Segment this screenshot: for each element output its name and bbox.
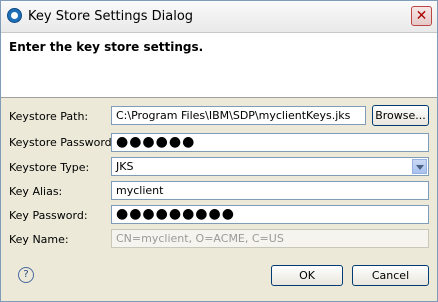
key-password-label: Key Password: (9, 209, 88, 222)
browse-button[interactable]: Browse... (372, 105, 429, 126)
keystore-type-label: Keystore Type: (9, 161, 90, 174)
key-name-label: Key Name: (9, 233, 69, 246)
header-message: Enter the key store settings. (9, 40, 204, 54)
key-password-input[interactable]: ●●●●●●●●● (111, 205, 429, 224)
keystore-path-input[interactable]: C:\Program Files\IBM\SDP\myclientKeys.jk… (111, 106, 366, 125)
keystore-type-select[interactable]: JKS (111, 157, 429, 176)
dialog-body: Keystore Path: C:\Program Files\IBM\SDP\… (1, 98, 437, 301)
key-alias-input[interactable]: myclient (111, 181, 429, 200)
dialog-header: Enter the key store settings. (1, 33, 437, 98)
title-bar[interactable]: Key Store Settings Dialog ✕ (1, 1, 437, 33)
keystore-password-label: Keystore Password: (9, 136, 116, 149)
keystore-path-label: Keystore Path: (9, 110, 89, 123)
key-alias-label: Key Alias: (9, 185, 63, 198)
key-name-input: CN=myclient, O=ACME, C=US (111, 229, 429, 248)
close-button[interactable]: ✕ (411, 6, 432, 26)
window-title: Key Store Settings Dialog (28, 9, 194, 24)
dialog-window: Key Store Settings Dialog ✕ Enter the ke… (0, 0, 438, 302)
help-icon[interactable]: ? (18, 267, 34, 283)
keystore-type-value: JKS (116, 160, 134, 173)
cancel-button[interactable]: Cancel (352, 265, 429, 286)
app-icon (7, 8, 22, 23)
ok-button[interactable]: OK (271, 265, 343, 286)
chevron-down-icon[interactable] (412, 159, 427, 174)
keystore-password-input[interactable]: ●●●●●● (111, 133, 429, 152)
